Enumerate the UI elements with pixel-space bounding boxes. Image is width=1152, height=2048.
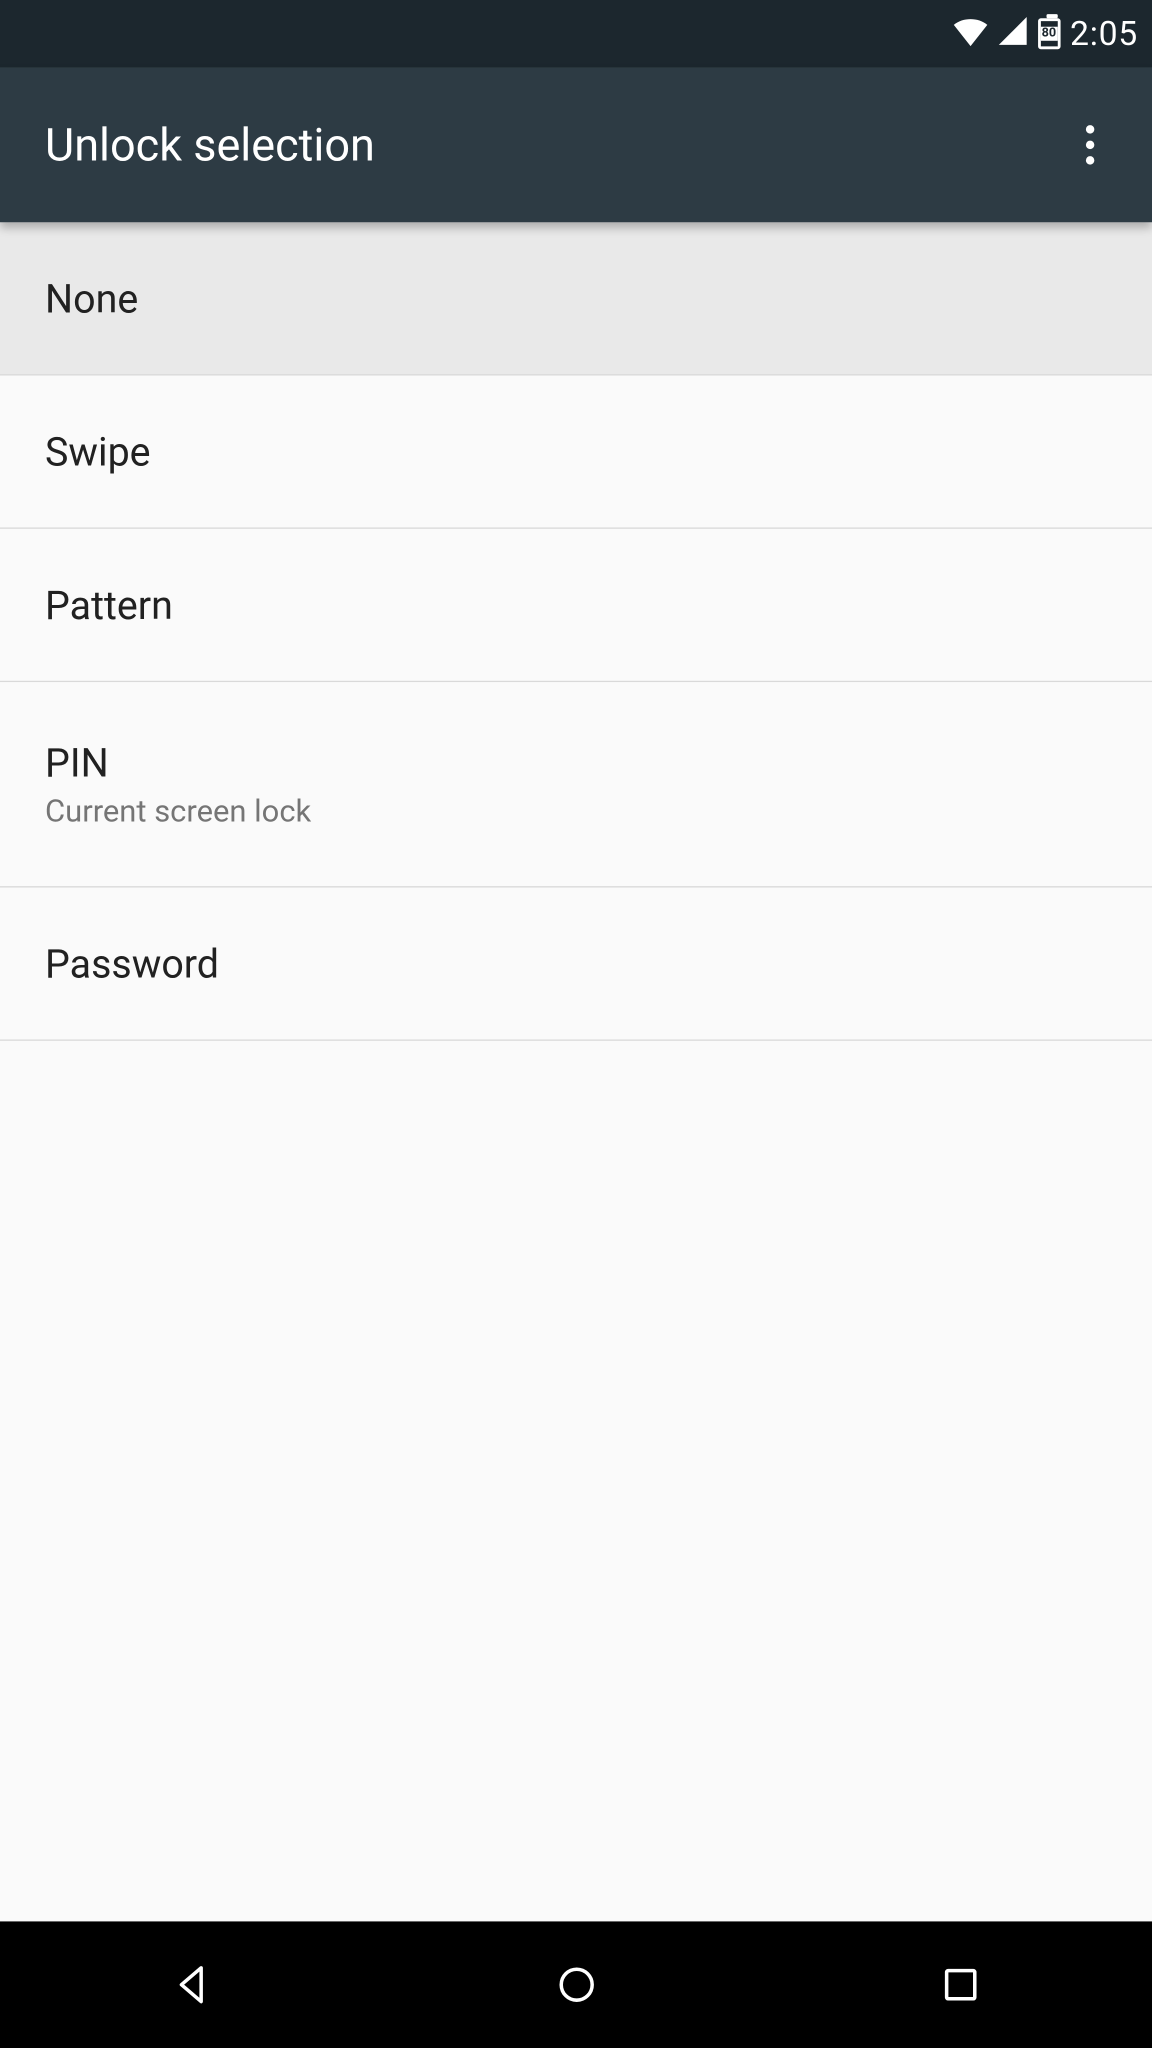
wifi-icon — [952, 15, 989, 52]
back-button[interactable] — [108, 1943, 277, 2027]
recent-apps-button[interactable] — [876, 1943, 1045, 2027]
empty-space — [0, 1041, 1152, 1922]
home-button[interactable] — [492, 1943, 661, 2027]
option-label: Swipe — [45, 428, 1107, 474]
navigation-bar — [0, 1921, 1152, 2048]
status-bar: 80 2:05 — [0, 0, 1152, 68]
option-pin[interactable]: PIN Current screen lock — [0, 682, 1152, 887]
option-none[interactable]: None — [0, 222, 1152, 375]
app-bar: Unlock selection — [0, 68, 1152, 223]
option-label: None — [45, 275, 1107, 321]
home-icon — [551, 1959, 602, 2010]
option-label: Pattern — [45, 582, 1107, 628]
back-icon — [167, 1959, 218, 2010]
option-password[interactable]: Password — [0, 888, 1152, 1041]
clock: 2:05 — [1070, 14, 1138, 53]
more-options-button[interactable] — [1056, 111, 1124, 179]
more-vert-icon — [1086, 125, 1094, 164]
recent-icon — [937, 1962, 982, 2007]
option-pattern[interactable]: Pattern — [0, 529, 1152, 682]
option-label: PIN — [45, 739, 1107, 785]
option-subtitle: Current screen lock — [45, 794, 1107, 829]
screen: 80 2:05 Unlock selection None Swipe Patt… — [0, 0, 1152, 2048]
option-label: Password — [45, 940, 1107, 986]
page-title: Unlock selection — [45, 118, 375, 171]
battery-level: 80 — [1040, 27, 1057, 41]
cellular-signal-icon — [997, 15, 1028, 52]
battery-icon: 80 — [1036, 17, 1061, 51]
unlock-options-list: None Swipe Pattern PIN Current screen lo… — [0, 222, 1152, 1921]
option-swipe[interactable]: Swipe — [0, 376, 1152, 529]
